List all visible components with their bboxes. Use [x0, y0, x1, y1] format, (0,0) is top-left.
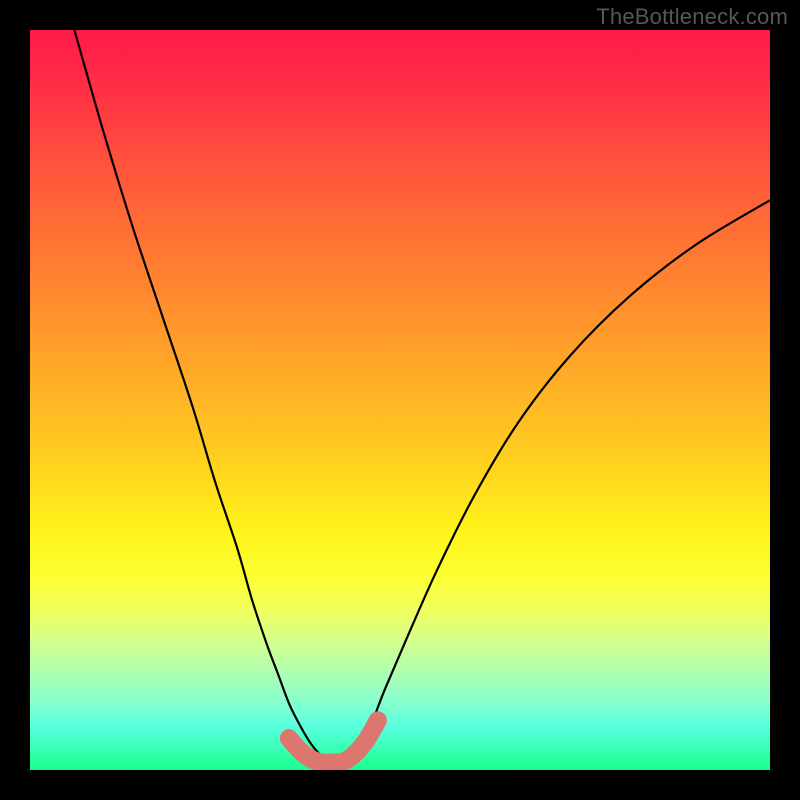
curve-layer [30, 30, 770, 770]
watermark-text: TheBottleneck.com [596, 4, 788, 30]
bottom-marker-line [289, 720, 378, 763]
chart-root: TheBottleneck.com [0, 0, 800, 800]
curve-left-branch [74, 30, 333, 764]
plot-area [30, 30, 770, 770]
marker-right-endpoint-icon [369, 711, 387, 729]
curve-right-branch [341, 200, 770, 764]
marker-left-endpoint-icon [280, 729, 298, 747]
